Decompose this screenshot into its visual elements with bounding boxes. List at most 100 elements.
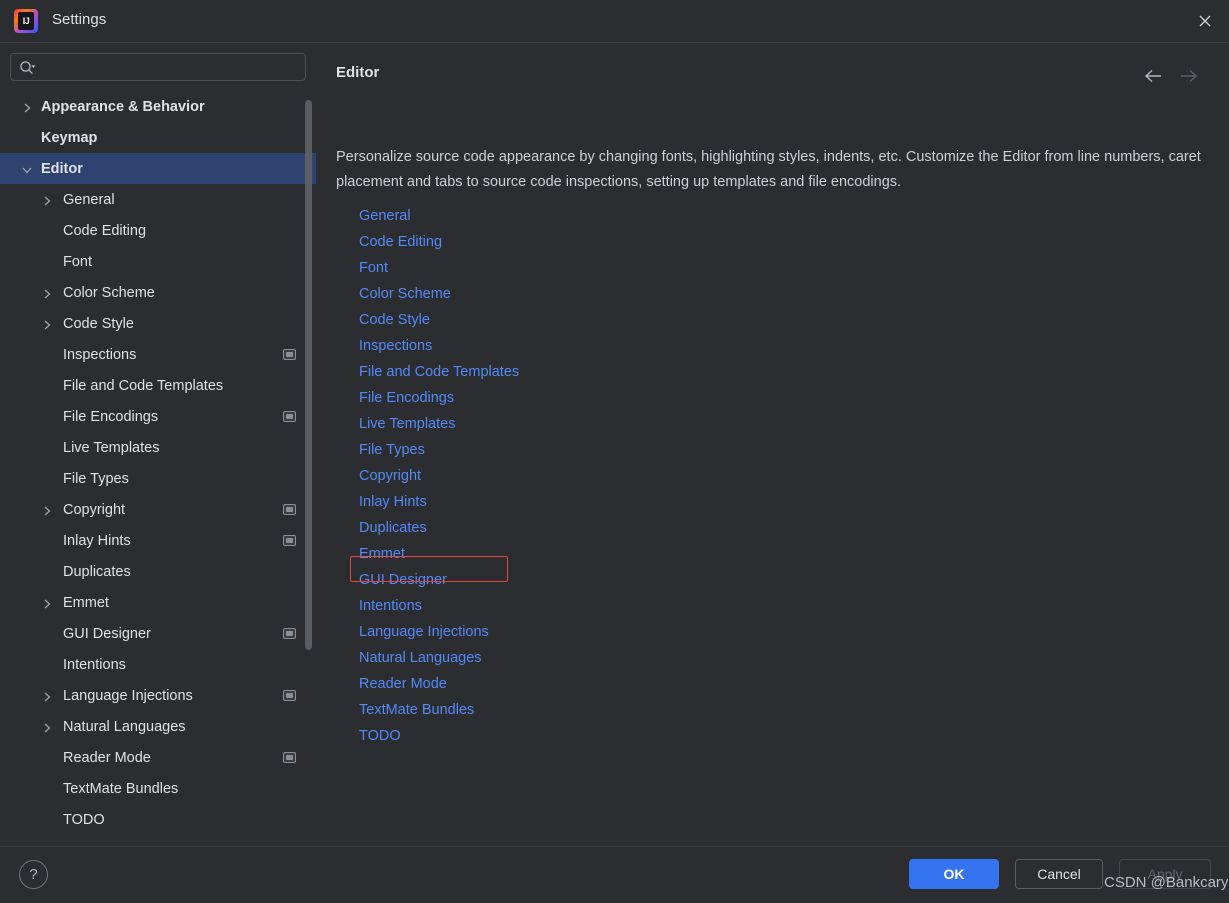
sidebar-item-label: Language Injections xyxy=(63,687,193,704)
link-inspections[interactable]: Inspections xyxy=(359,338,432,354)
close-icon[interactable] xyxy=(1181,0,1229,42)
sidebar-item-natural-languages[interactable]: Natural Languages xyxy=(0,711,316,742)
sidebar-item-label: Live Templates xyxy=(63,439,160,456)
link-row: TODO xyxy=(359,723,859,749)
page-title: Editor xyxy=(336,64,380,81)
link-duplicates[interactable]: Duplicates xyxy=(359,520,427,536)
link-row: Intentions xyxy=(359,593,859,619)
link-file-and-code-templates[interactable]: File and Code Templates xyxy=(359,364,519,380)
link-code-editing[interactable]: Code Editing xyxy=(359,234,442,250)
chevron-right-icon[interactable] xyxy=(41,721,53,733)
sidebar-item-gui-designer[interactable]: GUI Designer xyxy=(0,618,316,649)
project-scope-badge-icon xyxy=(283,349,296,360)
title-bar: IJ Settings xyxy=(0,0,1229,42)
link-file-types[interactable]: File Types xyxy=(359,442,425,458)
chevron-right-icon[interactable] xyxy=(41,318,53,330)
chevron-right-icon[interactable] xyxy=(41,287,53,299)
link-natural-languages[interactable]: Natural Languages xyxy=(359,650,482,666)
link-row: Natural Languages xyxy=(359,645,859,671)
sidebar-item-file-types[interactable]: File Types xyxy=(0,463,316,494)
sidebar-item-inspections[interactable]: Inspections xyxy=(0,339,316,370)
sidebar-item-label: Color Scheme xyxy=(63,284,155,301)
link-row: Language Injections xyxy=(359,619,859,645)
sidebar-item-emmet[interactable]: Emmet xyxy=(0,587,316,618)
sidebar-item-reader-mode[interactable]: Reader Mode xyxy=(0,742,316,773)
arrow-right-icon[interactable] xyxy=(1175,63,1203,89)
project-scope-badge-icon xyxy=(283,628,296,639)
link-font[interactable]: Font xyxy=(359,260,388,276)
search-field[interactable] xyxy=(10,53,306,81)
sidebar-item-label: Editor xyxy=(41,160,83,177)
link-file-encodings[interactable]: File Encodings xyxy=(359,390,454,406)
sidebar-item-label: Inlay Hints xyxy=(63,532,131,549)
sidebar-item-intentions[interactable]: Intentions xyxy=(0,649,316,680)
link-row: Code Style xyxy=(359,307,859,333)
link-inlay-hints[interactable]: Inlay Hints xyxy=(359,494,427,510)
link-code-style[interactable]: Code Style xyxy=(359,312,430,328)
project-scope-badge-icon xyxy=(283,752,296,763)
chevron-right-icon[interactable] xyxy=(41,504,53,516)
link-general[interactable]: General xyxy=(359,208,411,224)
sidebar-item-inlay-hints[interactable]: Inlay Hints xyxy=(0,525,316,556)
sidebar-item-label: Emmet xyxy=(63,594,109,611)
settings-dialog: IJ Settings Appearance & Behavior Keymap… xyxy=(0,0,1229,903)
link-row: Inspections xyxy=(359,333,859,359)
sidebar-item-label: Copyright xyxy=(63,501,126,518)
sidebar-item-font[interactable]: Font xyxy=(0,246,316,277)
link-color-scheme[interactable]: Color Scheme xyxy=(359,286,451,302)
sidebar-item-appearance-behavior[interactable]: Appearance & Behavior xyxy=(0,91,316,122)
sidebar-item-label: File and Code Templates xyxy=(63,377,224,394)
ok-button[interactable]: OK xyxy=(909,859,999,889)
chevron-down-icon[interactable] xyxy=(21,163,33,175)
link-row: General xyxy=(359,203,859,229)
search-input[interactable] xyxy=(41,54,299,80)
link-emmet[interactable]: Emmet xyxy=(359,546,405,562)
sidebar-item-label: Appearance & Behavior xyxy=(41,98,205,115)
main-panel: Editor Personalize source code appearanc… xyxy=(317,43,1229,846)
sidebar-item-keymap[interactable]: Keymap xyxy=(0,122,316,153)
sidebar-item-label: General xyxy=(63,191,115,208)
sidebar-item-file-and-code-templates[interactable]: File and Code Templates xyxy=(0,370,316,401)
link-live-templates[interactable]: Live Templates xyxy=(359,416,455,432)
link-todo[interactable]: TODO xyxy=(359,728,401,744)
link-row: File Types xyxy=(359,437,859,463)
link-textmate-bundles[interactable]: TextMate Bundles xyxy=(359,702,474,718)
link-gui-designer[interactable]: GUI Designer xyxy=(359,572,447,588)
chevron-right-icon[interactable] xyxy=(41,690,53,702)
sidebar-item-textmate-bundles[interactable]: TextMate Bundles xyxy=(0,773,316,804)
sidebar-item-label: File Types xyxy=(63,470,129,487)
sidebar-item-code-editing[interactable]: Code Editing xyxy=(0,215,316,246)
sidebar-item-label: Code Style xyxy=(63,315,134,332)
link-intentions[interactable]: Intentions xyxy=(359,598,422,614)
link-row: Font xyxy=(359,255,859,281)
intellij-idea-logo-icon: IJ xyxy=(14,9,38,33)
sidebar-item-label: Natural Languages xyxy=(63,718,186,735)
chevron-right-icon[interactable] xyxy=(41,597,53,609)
sidebar-item-editor[interactable]: Editor xyxy=(0,153,316,184)
sidebar-item-general[interactable]: General xyxy=(0,184,316,215)
link-reader-mode[interactable]: Reader Mode xyxy=(359,676,447,692)
project-scope-badge-icon xyxy=(283,690,296,701)
sidebar-item-label: Intentions xyxy=(63,656,126,673)
sidebar-scrollbar-thumb[interactable] xyxy=(305,100,312,650)
link-language-injections[interactable]: Language Injections xyxy=(359,624,489,640)
cancel-button[interactable]: Cancel xyxy=(1015,859,1103,889)
link-row: Inlay Hints xyxy=(359,489,859,515)
sidebar-item-duplicates[interactable]: Duplicates xyxy=(0,556,316,587)
sidebar-item-label: Keymap xyxy=(41,129,98,146)
sidebar-item-live-templates[interactable]: Live Templates xyxy=(0,432,316,463)
sidebar-item-todo[interactable]: TODO xyxy=(0,804,316,835)
sidebar-item-file-encodings[interactable]: File Encodings xyxy=(0,401,316,432)
link-row: Color Scheme xyxy=(359,281,859,307)
link-copyright[interactable]: Copyright xyxy=(359,468,421,484)
help-button[interactable]: ? xyxy=(19,860,48,889)
chevron-right-icon[interactable] xyxy=(21,101,33,113)
sidebar-item-code-style[interactable]: Code Style xyxy=(0,308,316,339)
sidebar-item-copyright[interactable]: Copyright xyxy=(0,494,316,525)
chevron-right-icon[interactable] xyxy=(41,194,53,206)
link-row: Duplicates xyxy=(359,515,859,541)
apply-button: Apply xyxy=(1119,859,1211,889)
sidebar-item-color-scheme[interactable]: Color Scheme xyxy=(0,277,316,308)
sidebar-item-language-injections[interactable]: Language Injections xyxy=(0,680,316,711)
arrow-left-icon[interactable] xyxy=(1139,63,1167,89)
